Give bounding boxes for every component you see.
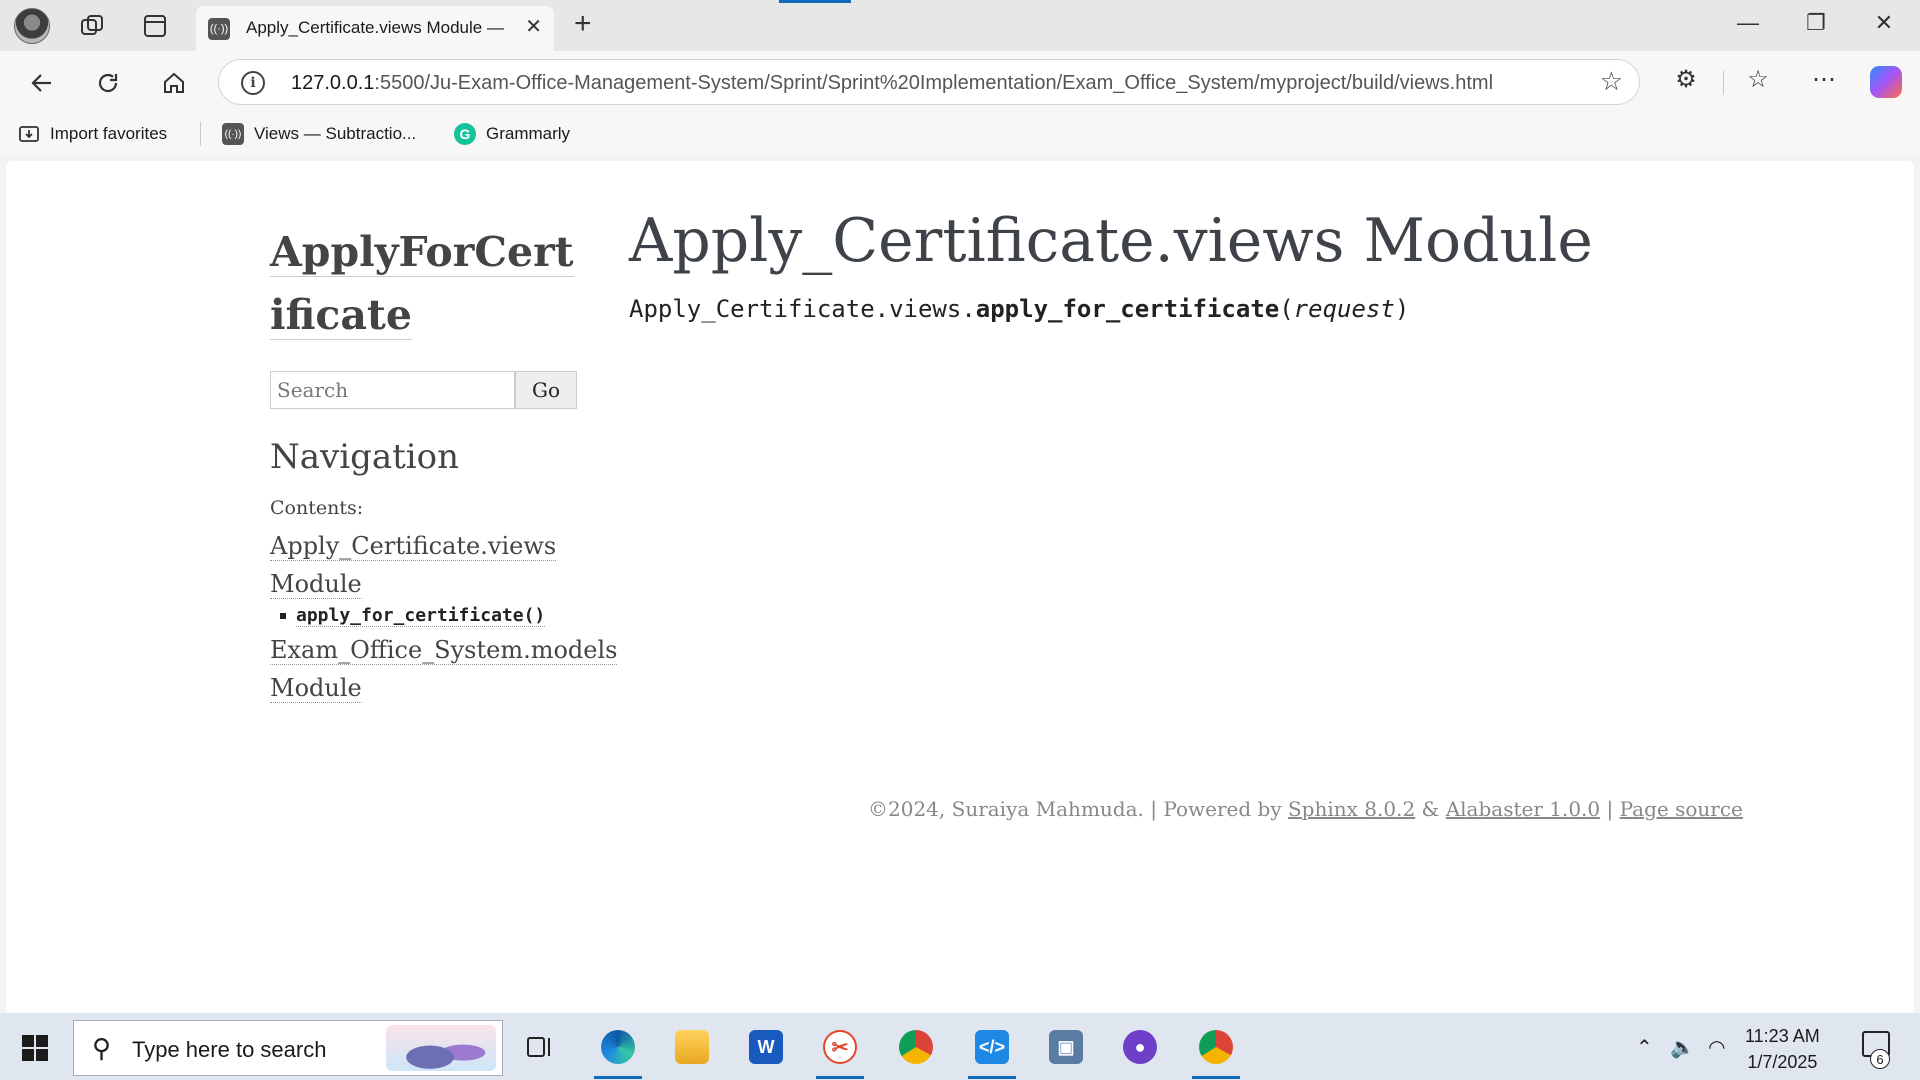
taskbar: ⚲ Type here to search W ✂ </> ▣ ● ⌃ 🔈 ◠ … [0,1013,1920,1080]
chrome-icon[interactable] [888,1021,944,1073]
more-options-icon[interactable]: ⋯ [1806,65,1842,94]
search-highlight-image [386,1025,496,1071]
import-favorites-icon [18,123,40,145]
close-tab-icon[interactable]: ✕ [525,14,542,39]
toc-link-apply-for-certificate[interactable]: apply_for_certificate() [280,605,580,627]
favorites-icon[interactable]: ☆ [1740,65,1776,94]
url-text[interactable]: 127.0.0.1:5500/Ju-Exam-Office-Management… [291,72,1493,95]
virtual-machine-icon[interactable]: ▣ [1038,1021,1094,1073]
navigation-heading: Navigation [270,437,460,477]
footer-text: & [1415,797,1446,821]
show-hidden-icons-icon[interactable]: ⌃ [1636,1035,1653,1060]
sphinx-link[interactable]: Sphinx 8.0.2 [1288,797,1415,821]
taskbar-search-placeholder: Type here to search [132,1037,327,1062]
search-form: Go [270,371,580,409]
favorite-import[interactable]: Import favorites [18,123,167,145]
windows-start-icon[interactable] [22,1035,48,1061]
new-tab-icon[interactable]: + [574,8,592,40]
footer: ©2024, Suraiya Mahmuda. | Powered by Sph… [868,797,1743,821]
podcast-icon: ((·)) [208,18,230,40]
footer-copyright: ©2024, Suraiya Mahmuda. | Powered by [868,797,1288,821]
page-source-link[interactable]: Page source [1620,797,1743,821]
browser-toolbar: i 127.0.0.1:5500/Ju-Exam-Office-Manageme… [0,51,1920,113]
vscode-icon[interactable]: </> [964,1021,1020,1079]
search-input[interactable] [270,371,515,409]
edge-icon[interactable] [590,1021,646,1079]
page-title: Apply_Certificate.views Module [629,206,1593,276]
taskbar-search[interactable]: ⚲ Type here to search [73,1020,503,1076]
site-info-icon[interactable]: i [241,71,265,95]
extensions-icon[interactable]: ⚙ [1668,65,1704,94]
signature-paren: ) [1394,295,1410,323]
sidebar: ApplyForCertificate Go Navigation Conten… [270,221,618,707]
copilot-icon[interactable] [1870,66,1902,98]
signature-paren: ( [1279,295,1294,323]
refresh-icon[interactable] [90,65,126,101]
file-explorer-icon[interactable] [664,1021,720,1073]
clock-time: 11:23 AM [1745,1026,1820,1046]
restore-icon[interactable]: ❐ [1796,10,1836,36]
tab-active[interactable]: ((·)) Apply_Certificate.views Module — ✕ [196,6,554,51]
add-favorite-icon[interactable]: ☆ [1600,66,1623,97]
page-viewport: ApplyForCertificate Go Navigation Conten… [6,161,1914,1013]
function-signature: Apply_Certificate.views.apply_for_certif… [629,295,1809,323]
workspaces-icon[interactable] [76,10,108,42]
word-icon[interactable]: W [738,1021,794,1073]
search-icon: ⚲ [92,1033,112,1063]
go-button[interactable]: Go [515,371,577,409]
vertical-tabs-icon[interactable] [139,10,171,42]
favorite-label: Import favorites [50,124,168,143]
project-logo-link[interactable]: ApplyForCertificate [270,221,580,347]
clock[interactable]: 11:23 AM 1/7/2025 [1745,1023,1820,1075]
favorite-label: Views — Subtractio... [254,124,417,143]
toolbar-divider [1723,71,1724,95]
wifi-icon[interactable]: ◠ [1708,1035,1725,1060]
alabaster-link[interactable]: Alabaster 1.0.0 [1446,797,1600,821]
signature-name: apply_for_certificate [975,295,1280,323]
bullet-icon [280,613,286,619]
toc-sub-label: apply_for_certificate() [296,605,546,627]
signature-param: request [1293,295,1395,323]
favorite-views[interactable]: ((·)) Views — Subtractio... [222,123,416,145]
toc-link-models-module[interactable]: Exam_Office_System.models Module [270,631,618,707]
home-icon[interactable] [156,65,192,101]
snipping-tool-icon[interactable]: ✂ [812,1021,868,1079]
favorite-grammarly[interactable]: G Grammarly [454,123,570,145]
loading-indicator [779,0,851,3]
footer-text: | [1600,797,1620,821]
notification-count-badge: 6 [1870,1049,1890,1069]
contents-label: Contents: [270,497,364,519]
favorite-label: Grammarly [486,124,571,143]
chrome-profile-icon[interactable] [1188,1021,1244,1079]
main-content: Apply_Certificate.views Module Apply_Cer… [629,201,1809,323]
tab-strip: ((·)) Apply_Certificate.views Module — ✕… [0,0,1920,51]
grammarly-icon: G [454,123,476,145]
tab-title: Apply_Certificate.views Module — [246,18,504,37]
signature-prefix: Apply_Certificate.views. [629,295,976,323]
address-bar[interactable]: i 127.0.0.1:5500/Ju-Exam-Office-Manageme… [218,59,1640,105]
volume-icon[interactable]: 🔈 [1670,1035,1695,1060]
profile-avatar[interactable] [14,8,50,44]
clock-date: 1/7/2025 [1747,1052,1818,1072]
favorites-divider [200,122,201,146]
back-icon[interactable] [24,65,60,101]
task-view-icon[interactable] [512,1021,568,1073]
close-window-icon[interactable]: ✕ [1864,10,1904,36]
podcast-icon: ((·)) [222,123,244,145]
favorites-bar: Import favorites ((·)) Views — Subtracti… [0,113,1920,155]
github-desktop-icon[interactable]: ● [1112,1021,1168,1073]
toc-link-views-module[interactable]: Apply_Certificate.views Module [270,527,580,603]
minimize-icon[interactable]: — [1728,10,1768,36]
